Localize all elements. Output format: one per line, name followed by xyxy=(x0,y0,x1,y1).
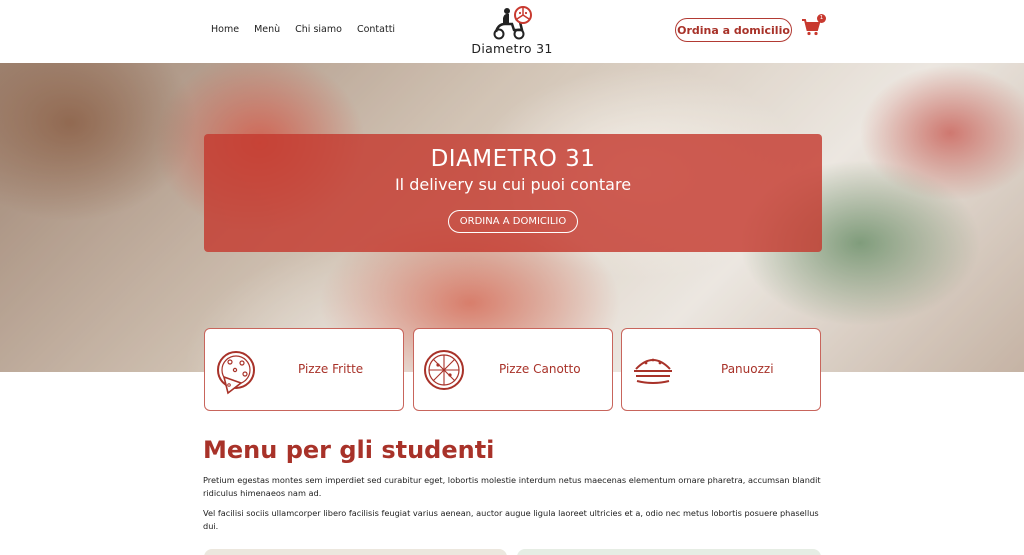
category-card-pizze-canotto[interactable]: Pizze Canotto xyxy=(413,328,613,411)
menu-card-preview[interactable] xyxy=(517,549,821,555)
category-label: Panuozzi xyxy=(721,362,774,376)
category-card-panuozzi[interactable]: Panuozzi xyxy=(621,328,821,411)
hero-subtitle: Il delivery su cui puoi contare xyxy=(394,175,632,194)
nav-chi-siamo[interactable]: Chi siamo xyxy=(295,24,342,35)
panuozzo-icon xyxy=(634,358,672,384)
order-delivery-button[interactable]: Ordina a domicilio xyxy=(675,18,792,42)
menu-card-preview[interactable] xyxy=(204,549,507,555)
cart-button[interactable]: 1 xyxy=(801,14,826,39)
section-title: Menu per gli studenti xyxy=(203,436,495,464)
hero-box: DIAMETRO 31 Il delivery su cui puoi cont… xyxy=(204,134,822,252)
category-label: Pizze Fritte xyxy=(298,362,364,376)
hero-title: DIAMETRO 31 xyxy=(430,146,596,172)
category-label: Pizze Canotto xyxy=(499,362,581,376)
site-logo[interactable]: Diametro 31 xyxy=(470,5,554,56)
pizza-icon xyxy=(424,350,464,390)
logo-text: Diametro 31 xyxy=(471,41,553,56)
pizza-slice-icon xyxy=(217,351,255,395)
category-card-pizze-fritte[interactable]: Pizze Fritte xyxy=(204,328,404,411)
hero-banner: DIAMETRO 31 Il delivery su cui puoi cont… xyxy=(0,63,1024,372)
section-paragraph-2: Vel facilisi sociis ullamcorper libero f… xyxy=(203,508,819,531)
nav-home[interactable]: Home xyxy=(211,24,239,35)
site-header: Home Menù Chi siamo Contatti Diametro 31… xyxy=(0,0,1024,63)
main-nav: Home Menù Chi siamo Contatti xyxy=(211,24,395,35)
nav-contatti[interactable]: Contatti xyxy=(357,24,395,35)
nav-menu[interactable]: Menù xyxy=(254,24,280,35)
scooter-pizza-logo-icon xyxy=(493,6,532,40)
hero-order-button[interactable]: ORDINA A DOMICILIO xyxy=(447,210,579,233)
cart-count-badge: 1 xyxy=(817,14,826,23)
section-paragraph-1: Pretium egestas montes sem imperdiet sed… xyxy=(203,475,821,498)
